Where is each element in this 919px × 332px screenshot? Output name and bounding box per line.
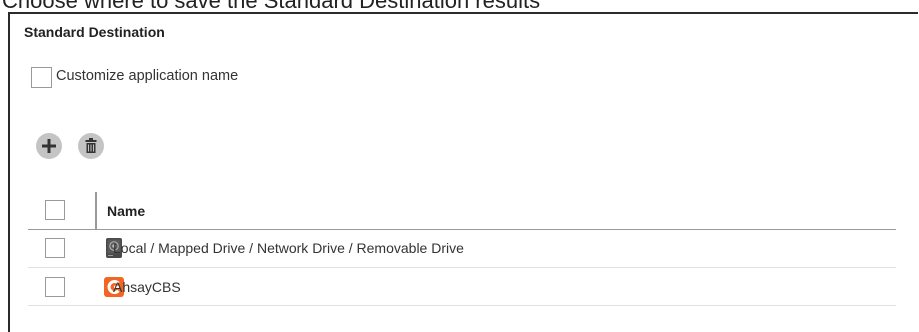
trash-icon bbox=[85, 138, 97, 153]
table-row[interactable]: Local / Mapped Drive / Network Drive / R… bbox=[28, 230, 896, 268]
select-all-checkbox[interactable] bbox=[45, 200, 65, 220]
customize-application-name-checkbox[interactable] bbox=[31, 67, 52, 88]
row-checkbox[interactable] bbox=[45, 238, 65, 258]
table-header-row bbox=[28, 188, 896, 230]
add-button[interactable] bbox=[36, 133, 62, 159]
table-row[interactable]: AhsayCBS bbox=[28, 268, 896, 306]
column-header-name[interactable]: Name bbox=[107, 203, 145, 219]
plus-icon bbox=[42, 139, 56, 153]
row-name: Local / Mapped Drive / Network Drive / R… bbox=[113, 240, 464, 256]
section-title: Standard Destination bbox=[24, 24, 165, 40]
row-checkbox[interactable] bbox=[45, 277, 65, 297]
row-name: AhsayCBS bbox=[113, 279, 181, 295]
column-divider[interactable] bbox=[95, 192, 97, 230]
delete-button[interactable] bbox=[78, 133, 104, 159]
page-caption: Choose where to save the Standard Destin… bbox=[0, 0, 919, 11]
customize-application-name-label: Customize application name bbox=[56, 68, 239, 84]
